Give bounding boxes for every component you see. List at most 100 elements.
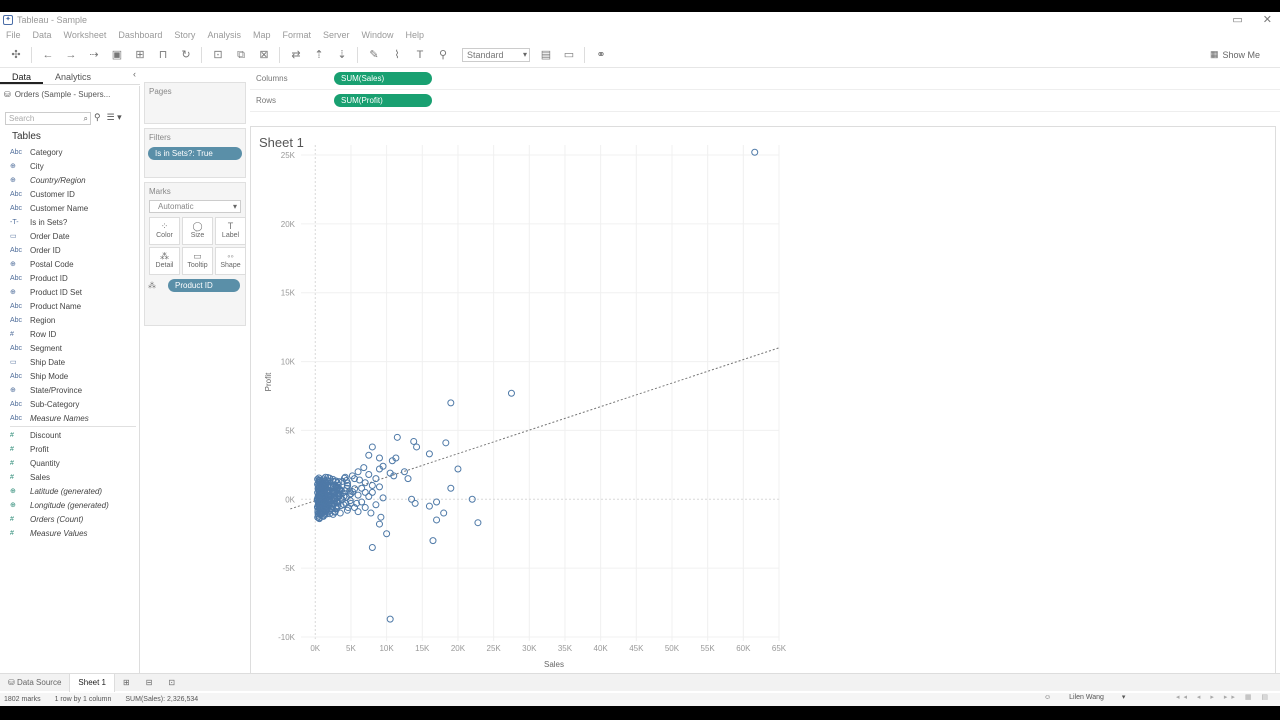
- new-data-source-icon[interactable]: ⊞: [133, 48, 147, 62]
- swap-icon[interactable]: ⇄: [289, 48, 303, 62]
- menu-story[interactable]: Story: [174, 30, 195, 40]
- field-item[interactable]: # Row ID: [10, 327, 136, 341]
- field-item[interactable]: Abc Measure Names: [10, 411, 136, 425]
- field-item[interactable]: ⊕ Longitude (generated): [10, 498, 136, 512]
- presentation-mode-icon[interactable]: ▭: [562, 48, 576, 62]
- replay-icon[interactable]: ⇢: [87, 48, 101, 62]
- menu-data[interactable]: Data: [33, 30, 52, 40]
- field-item[interactable]: ▭ Order Date: [10, 229, 136, 243]
- field-item[interactable]: Abc Region: [10, 313, 136, 327]
- menu-help[interactable]: Help: [406, 30, 425, 40]
- menu-server[interactable]: Server: [323, 30, 350, 40]
- pause-updates-icon[interactable]: ⊓: [156, 48, 170, 62]
- field-item[interactable]: ⊕ Country/Region: [10, 173, 136, 187]
- undo-icon[interactable]: ←: [41, 48, 55, 62]
- maximize-icon[interactable]: ▭: [1232, 13, 1242, 26]
- menu-worksheet[interactable]: Worksheet: [64, 30, 107, 40]
- field-item[interactable]: # Sales: [10, 470, 136, 484]
- fit-dropdown[interactable]: Standard: [462, 47, 530, 62]
- menu-window[interactable]: Window: [362, 30, 394, 40]
- field-item[interactable]: # Orders (Count): [10, 512, 136, 526]
- scatter-point: [447, 399, 455, 407]
- field-item[interactable]: Abc Segment: [10, 341, 136, 355]
- pages-card[interactable]: Pages: [144, 82, 246, 124]
- field-item[interactable]: Abc Sub-Category: [10, 397, 136, 411]
- detail-pill-product-id[interactable]: Product ID: [168, 279, 240, 292]
- field-item[interactable]: ⊕ Product ID Set: [10, 285, 136, 299]
- sort-descending-icon[interactable]: ⇣: [335, 48, 349, 62]
- close-icon[interactable]: ✕: [1263, 13, 1272, 26]
- marks-color-button[interactable]: ⁘ Color: [149, 217, 180, 245]
- tableau-home-icon[interactable]: ✣: [9, 48, 23, 62]
- marks-shape-button[interactable]: ◦◦ Shape: [215, 247, 246, 275]
- marks-size-button[interactable]: ◯ Size: [182, 217, 213, 245]
- menu-map[interactable]: Map: [253, 30, 271, 40]
- field-item[interactable]: ▭ Ship Date: [10, 355, 136, 369]
- group-icon[interactable]: ⌇: [390, 48, 404, 62]
- field-item[interactable]: # Measure Values: [10, 526, 136, 540]
- columns-shelf[interactable]: Columns SUM(Sales): [250, 68, 1280, 90]
- field-item[interactable]: Abc Customer Name: [10, 201, 136, 215]
- field-item[interactable]: Abc Category: [10, 145, 136, 159]
- new-worksheet-icon[interactable]: ⊡: [211, 48, 225, 62]
- sort-ascending-icon[interactable]: ⇡: [312, 48, 326, 62]
- rows-shelf[interactable]: Rows SUM(Profit): [250, 90, 1280, 112]
- collapse-pane-icon[interactable]: ‹: [133, 69, 136, 79]
- duplicate-sheet-icon[interactable]: ⧉: [234, 48, 248, 62]
- field-item[interactable]: # Profit: [10, 442, 136, 456]
- highlight-icon[interactable]: ✎: [367, 48, 381, 62]
- field-item[interactable]: ⊕ State/Province: [10, 383, 136, 397]
- visualization-area[interactable]: Sheet 1 0K 5K 10K 15K 20K 25K 30K 35K 40K 45K 50K 5…: [250, 126, 1276, 682]
- field-item[interactable]: Abc Ship Mode: [10, 369, 136, 383]
- field-item[interactable]: Abc Product Name: [10, 299, 136, 313]
- field-item[interactable]: Abc Customer ID: [10, 187, 136, 201]
- menu-file[interactable]: File: [6, 30, 21, 40]
- field-item[interactable]: # Quantity: [10, 456, 136, 470]
- sheet-tab[interactable]: Sheet 1: [69, 673, 115, 692]
- refresh-icon[interactable]: ↻: [179, 48, 193, 62]
- rows-pill-sum-profit[interactable]: SUM(Profit): [334, 94, 432, 107]
- filter-pill-is-in-sets[interactable]: Is in Sets?: True: [148, 147, 242, 160]
- columns-pill-sum-sales[interactable]: SUM(Sales): [334, 72, 432, 85]
- menu-analysis[interactable]: Analysis: [207, 30, 241, 40]
- labels-icon[interactable]: T: [413, 48, 427, 62]
- detail-icon: ⁂: [148, 281, 156, 290]
- datasource-item[interactable]: ⛁ Orders (Sample - Supers...: [4, 90, 136, 99]
- data-source-tab[interactable]: ⛁ Data Source: [0, 678, 69, 687]
- field-item[interactable]: Abc Order ID: [10, 243, 136, 257]
- field-label: Product ID Set: [30, 287, 83, 297]
- filter-fields-icon[interactable]: ⚲: [94, 112, 101, 123]
- field-item[interactable]: Abc Product ID: [10, 271, 136, 285]
- new-worksheet-tab-icon[interactable]: ⊞: [115, 678, 138, 687]
- clear-sheet-icon[interactable]: ⊠: [257, 48, 271, 62]
- view-options-icon[interactable]: ☰ ▾: [107, 112, 122, 123]
- marks-label-button[interactable]: T Label: [215, 217, 246, 245]
- field-search-input[interactable]: Search ⌕: [5, 112, 91, 125]
- show-cards-icon[interactable]: ▤: [539, 48, 553, 62]
- redo-icon[interactable]: →: [64, 48, 78, 62]
- field-item[interactable]: ⊕ City: [10, 159, 136, 173]
- field-item[interactable]: # Discount: [10, 428, 136, 442]
- scatter-plot[interactable]: 0K 5K 10K 15K 20K 25K 30K 35K 40K 45K 50K 55K 60K 65K…: [251, 127, 1277, 683]
- new-story-tab-icon[interactable]: ⊡: [160, 678, 183, 687]
- field-item[interactable]: -T- Is in Sets?: [10, 215, 136, 229]
- menu-format[interactable]: Format: [282, 30, 311, 40]
- mark-type-dropdown[interactable]: Automatic: [149, 200, 241, 213]
- marks-button-label: Color: [156, 232, 173, 239]
- status-sum: SUM(Sales): 2,326,534: [125, 696, 199, 703]
- sheet-navigation-icons[interactable]: ◂◂ ◂ ▸ ▸▸ ▦ ▤: [1176, 693, 1272, 701]
- field-item[interactable]: ⊕ Postal Code: [10, 257, 136, 271]
- save-icon[interactable]: ▣: [110, 48, 124, 62]
- share-icon[interactable]: ⚭: [594, 48, 608, 62]
- new-dashboard-tab-icon[interactable]: ⊟: [138, 678, 161, 687]
- menu-dashboard[interactable]: Dashboard: [118, 30, 162, 40]
- show-me-button[interactable]: ▦ Show Me: [1210, 49, 1260, 60]
- pin-axes-icon[interactable]: ⚲: [436, 48, 450, 62]
- tab-data[interactable]: Data: [0, 69, 44, 84]
- field-item[interactable]: ⊕ Latitude (generated): [10, 484, 136, 498]
- marks-detail-button[interactable]: ⁂ Detail: [149, 247, 180, 275]
- user-menu[interactable]: ☺ Lilen Wang ▾: [1040, 693, 1135, 702]
- filters-card[interactable]: Filters Is in Sets?: True: [144, 128, 246, 178]
- tab-analytics[interactable]: Analytics: [43, 69, 103, 84]
- marks-tooltip-button[interactable]: ▭ Tooltip: [182, 247, 213, 275]
